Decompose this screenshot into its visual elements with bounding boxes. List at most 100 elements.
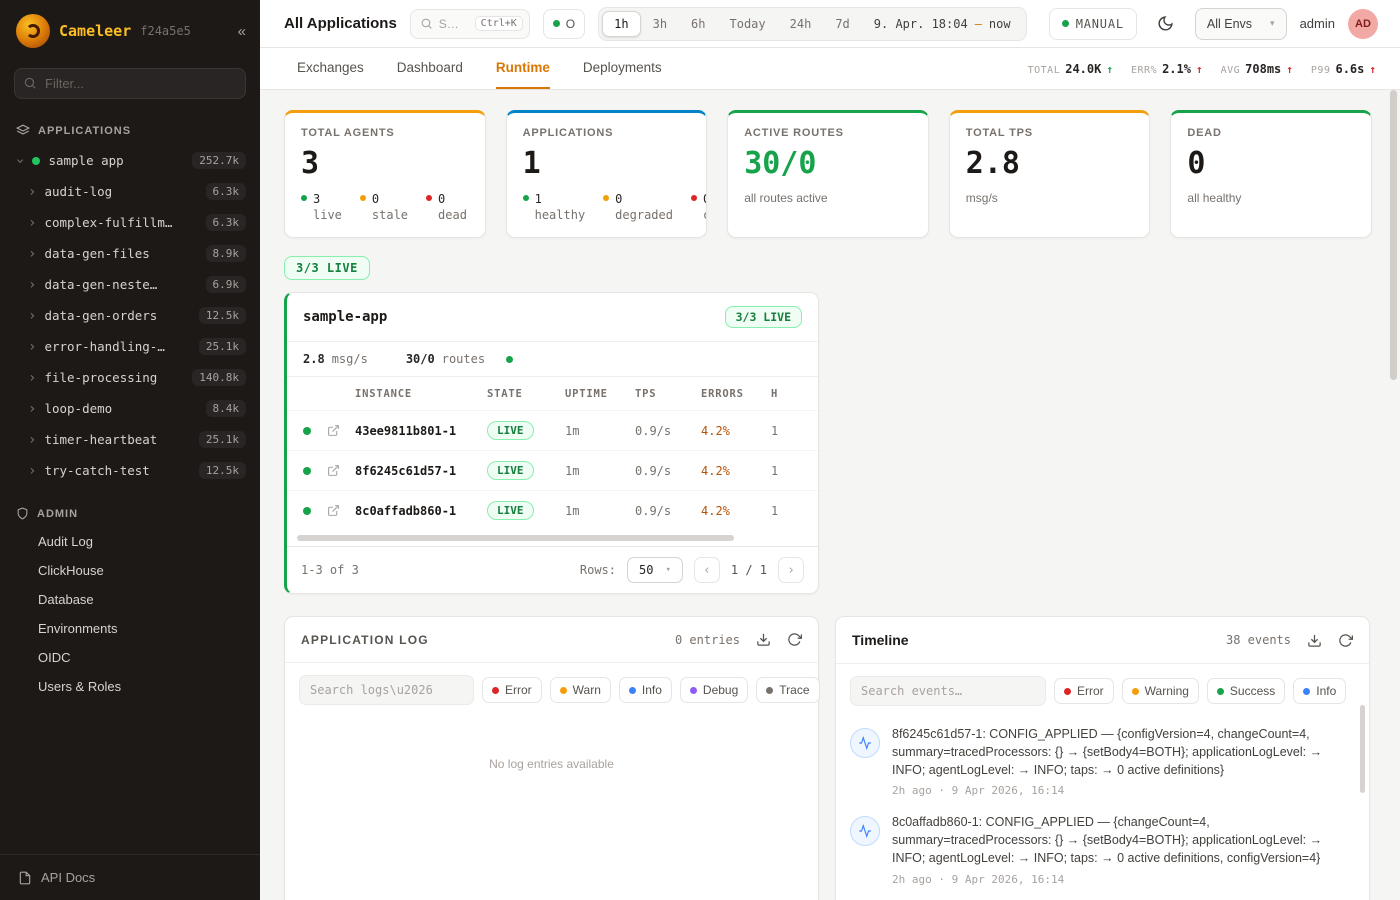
- timeline-event[interactable]: 8c0affadb860-1: CONFIG_APPLIED — {change…: [850, 814, 1351, 885]
- sidebar-item-data-gen-orders[interactable]: › data-gen-orders 12.5k: [0, 300, 260, 331]
- route-name: audit-log: [44, 184, 112, 199]
- sidebar-item-complex-fulfillment[interactable]: › complex-fulfillm… 6.3k: [0, 207, 260, 238]
- timeline-scrollbar[interactable]: [1360, 705, 1365, 793]
- status-dot: [303, 467, 311, 475]
- applications-breakdown: 1healthy 0degraded 0critical: [523, 191, 691, 223]
- timeline-filter-error[interactable]: Error: [1054, 678, 1114, 704]
- sidebar-item-audit-log-admin[interactable]: Audit Log: [0, 527, 260, 556]
- sidebar-item-data-gen-nested[interactable]: › data-gen-neste… 6.9k: [0, 269, 260, 300]
- table-row[interactable]: 8c0affadb860-1 LIVE 1m 0.9/s 4.2% 1: [287, 490, 818, 530]
- prev-page-button[interactable]: ‹: [694, 557, 720, 583]
- sidebar-item-timer-heartbeat[interactable]: › timer-heartbeat 25.1k: [0, 424, 260, 455]
- tab-bar: Exchanges Dashboard Runtime Deployments …: [260, 48, 1400, 90]
- log-filter-warn[interactable]: Warn: [550, 677, 611, 703]
- sidebar-item-file-processing[interactable]: › file-processing 140.8k: [0, 362, 260, 393]
- manual-mode-button[interactable]: MANUAL: [1049, 8, 1137, 40]
- log-filter-error[interactable]: Error: [482, 677, 542, 703]
- external-link-icon[interactable]: [327, 504, 355, 517]
- message-count-badge: 8.9k: [206, 245, 247, 262]
- online-dot: [553, 20, 560, 27]
- sidebar-item-error-handling[interactable]: › error-handling-… 25.1k: [0, 331, 260, 362]
- sidebar-item-users-roles[interactable]: Users & Roles: [0, 672, 260, 701]
- sidebar-item-clickhouse[interactable]: ClickHouse: [0, 556, 260, 585]
- next-page-button[interactable]: ›: [778, 557, 804, 583]
- stat-card-total-tps: TOTAL TPS 2.8 msg/s: [949, 110, 1151, 238]
- chevron-right-icon[interactable]: ›: [28, 185, 36, 199]
- tab-dashboard[interactable]: Dashboard: [397, 48, 463, 89]
- shield-icon: [16, 507, 29, 520]
- time-range-1h[interactable]: 1h: [602, 11, 640, 37]
- global-search[interactable]: S… Ctrl+K: [410, 9, 530, 39]
- timeline-filter-info[interactable]: Info: [1293, 678, 1346, 704]
- api-docs-link[interactable]: API Docs: [0, 854, 260, 900]
- theme-toggle-button[interactable]: [1150, 8, 1182, 40]
- chevron-right-icon[interactable]: ›: [28, 247, 36, 261]
- table-row[interactable]: 8f6245c61d57-1 LIVE 1m 0.9/s 4.2% 1: [287, 450, 818, 490]
- timeline-event[interactable]: 8f6245c61d57-1: CONFIG_APPLIED — {config…: [850, 726, 1351, 797]
- message-count-badge: 25.1k: [199, 338, 246, 355]
- avatar[interactable]: AD: [1348, 9, 1378, 39]
- tab-runtime[interactable]: Runtime: [496, 48, 550, 89]
- sidebar-item-sample-app[interactable]: › sample app 252.7k: [0, 145, 260, 176]
- scrollbar-thumb[interactable]: [297, 535, 734, 541]
- status-dot: [303, 507, 311, 515]
- time-range-6h[interactable]: 6h: [679, 11, 717, 37]
- chevron-right-icon[interactable]: ›: [28, 216, 36, 230]
- rows-per-page-select[interactable]: 50 ▾: [627, 557, 683, 583]
- sidebar-item-database[interactable]: Database: [0, 585, 260, 614]
- timeline-filter-success[interactable]: Success: [1207, 678, 1285, 704]
- external-link-icon[interactable]: [327, 424, 355, 437]
- chevron-down-icon[interactable]: ›: [13, 156, 27, 164]
- sidebar-item-oidc[interactable]: OIDC: [0, 643, 260, 672]
- chevron-right-icon[interactable]: ›: [28, 402, 36, 416]
- bottom-panels: APPLICATION LOG 0 entries Error: [284, 616, 1372, 900]
- collapse-sidebar-icon[interactable]: «: [238, 23, 246, 40]
- api-docs-label: API Docs: [41, 870, 95, 885]
- log-filter-trace[interactable]: Trace: [756, 677, 819, 703]
- log-panel-title: APPLICATION LOG: [301, 633, 429, 647]
- stat-subtitle: all routes active: [744, 191, 912, 205]
- filter-input[interactable]: [14, 68, 246, 99]
- log-filter-debug[interactable]: Debug: [680, 677, 748, 703]
- chevron-right-icon[interactable]: ›: [28, 340, 36, 354]
- date-range-display[interactable]: 9. Apr. 18:04 — now: [862, 17, 1023, 31]
- download-icon[interactable]: [756, 632, 771, 647]
- live-badge: 3/3 LIVE: [725, 306, 802, 328]
- sidebar-item-environments[interactable]: Environments: [0, 614, 260, 643]
- sidebar-item-data-gen-files[interactable]: › data-gen-files 8.9k: [0, 238, 260, 269]
- app-card-title[interactable]: sample-app: [303, 309, 387, 325]
- sidebar-item-loop-demo[interactable]: › loop-demo 8.4k: [0, 393, 260, 424]
- tab-deployments[interactable]: Deployments: [583, 48, 662, 89]
- refresh-icon[interactable]: [1338, 633, 1353, 648]
- sidebar-item-try-catch-test[interactable]: › try-catch-test 12.5k: [0, 455, 260, 486]
- route-name: error-handling-…: [44, 339, 164, 354]
- sidebar-item-audit-log[interactable]: › audit-log 6.3k: [0, 176, 260, 207]
- table-row[interactable]: 43ee9811b801-1 LIVE 1m 0.9/s 4.2% 1: [287, 410, 818, 450]
- tab-exchanges[interactable]: Exchanges: [297, 48, 364, 89]
- sidebar: Cameleer f24a5e5 « APPLICATIONS › sample…: [0, 0, 260, 900]
- timeline-search-input[interactable]: [850, 676, 1046, 706]
- chevron-right-icon[interactable]: ›: [28, 433, 36, 447]
- environment-select[interactable]: All Envs ▾: [1195, 8, 1287, 40]
- time-range-24h[interactable]: 24h: [778, 11, 824, 37]
- chevron-right-icon[interactable]: ›: [28, 371, 36, 385]
- message-count-badge: 8.4k: [206, 400, 247, 417]
- online-status-chip[interactable]: O: [543, 9, 585, 39]
- log-search-input[interactable]: [299, 675, 474, 705]
- time-range-today[interactable]: Today: [718, 11, 778, 37]
- page-scrollbar[interactable]: [1390, 90, 1397, 380]
- time-range-3h[interactable]: 3h: [641, 11, 679, 37]
- user-name: admin: [1300, 16, 1335, 31]
- chevron-right-icon[interactable]: ›: [28, 278, 36, 292]
- time-range-7d[interactable]: 7d: [823, 11, 861, 37]
- external-link-icon[interactable]: [327, 464, 355, 477]
- horizontal-scrollbar[interactable]: [297, 535, 808, 541]
- chevron-right-icon[interactable]: ›: [28, 309, 36, 323]
- log-filter-info[interactable]: Info: [619, 677, 672, 703]
- timeline-filter-warning[interactable]: Warning: [1122, 678, 1199, 704]
- chevron-right-icon[interactable]: ›: [28, 464, 36, 478]
- download-icon[interactable]: [1307, 633, 1322, 648]
- status-dot: [523, 195, 529, 201]
- refresh-icon[interactable]: [787, 632, 802, 647]
- message-count-badge: 6.3k: [206, 214, 247, 231]
